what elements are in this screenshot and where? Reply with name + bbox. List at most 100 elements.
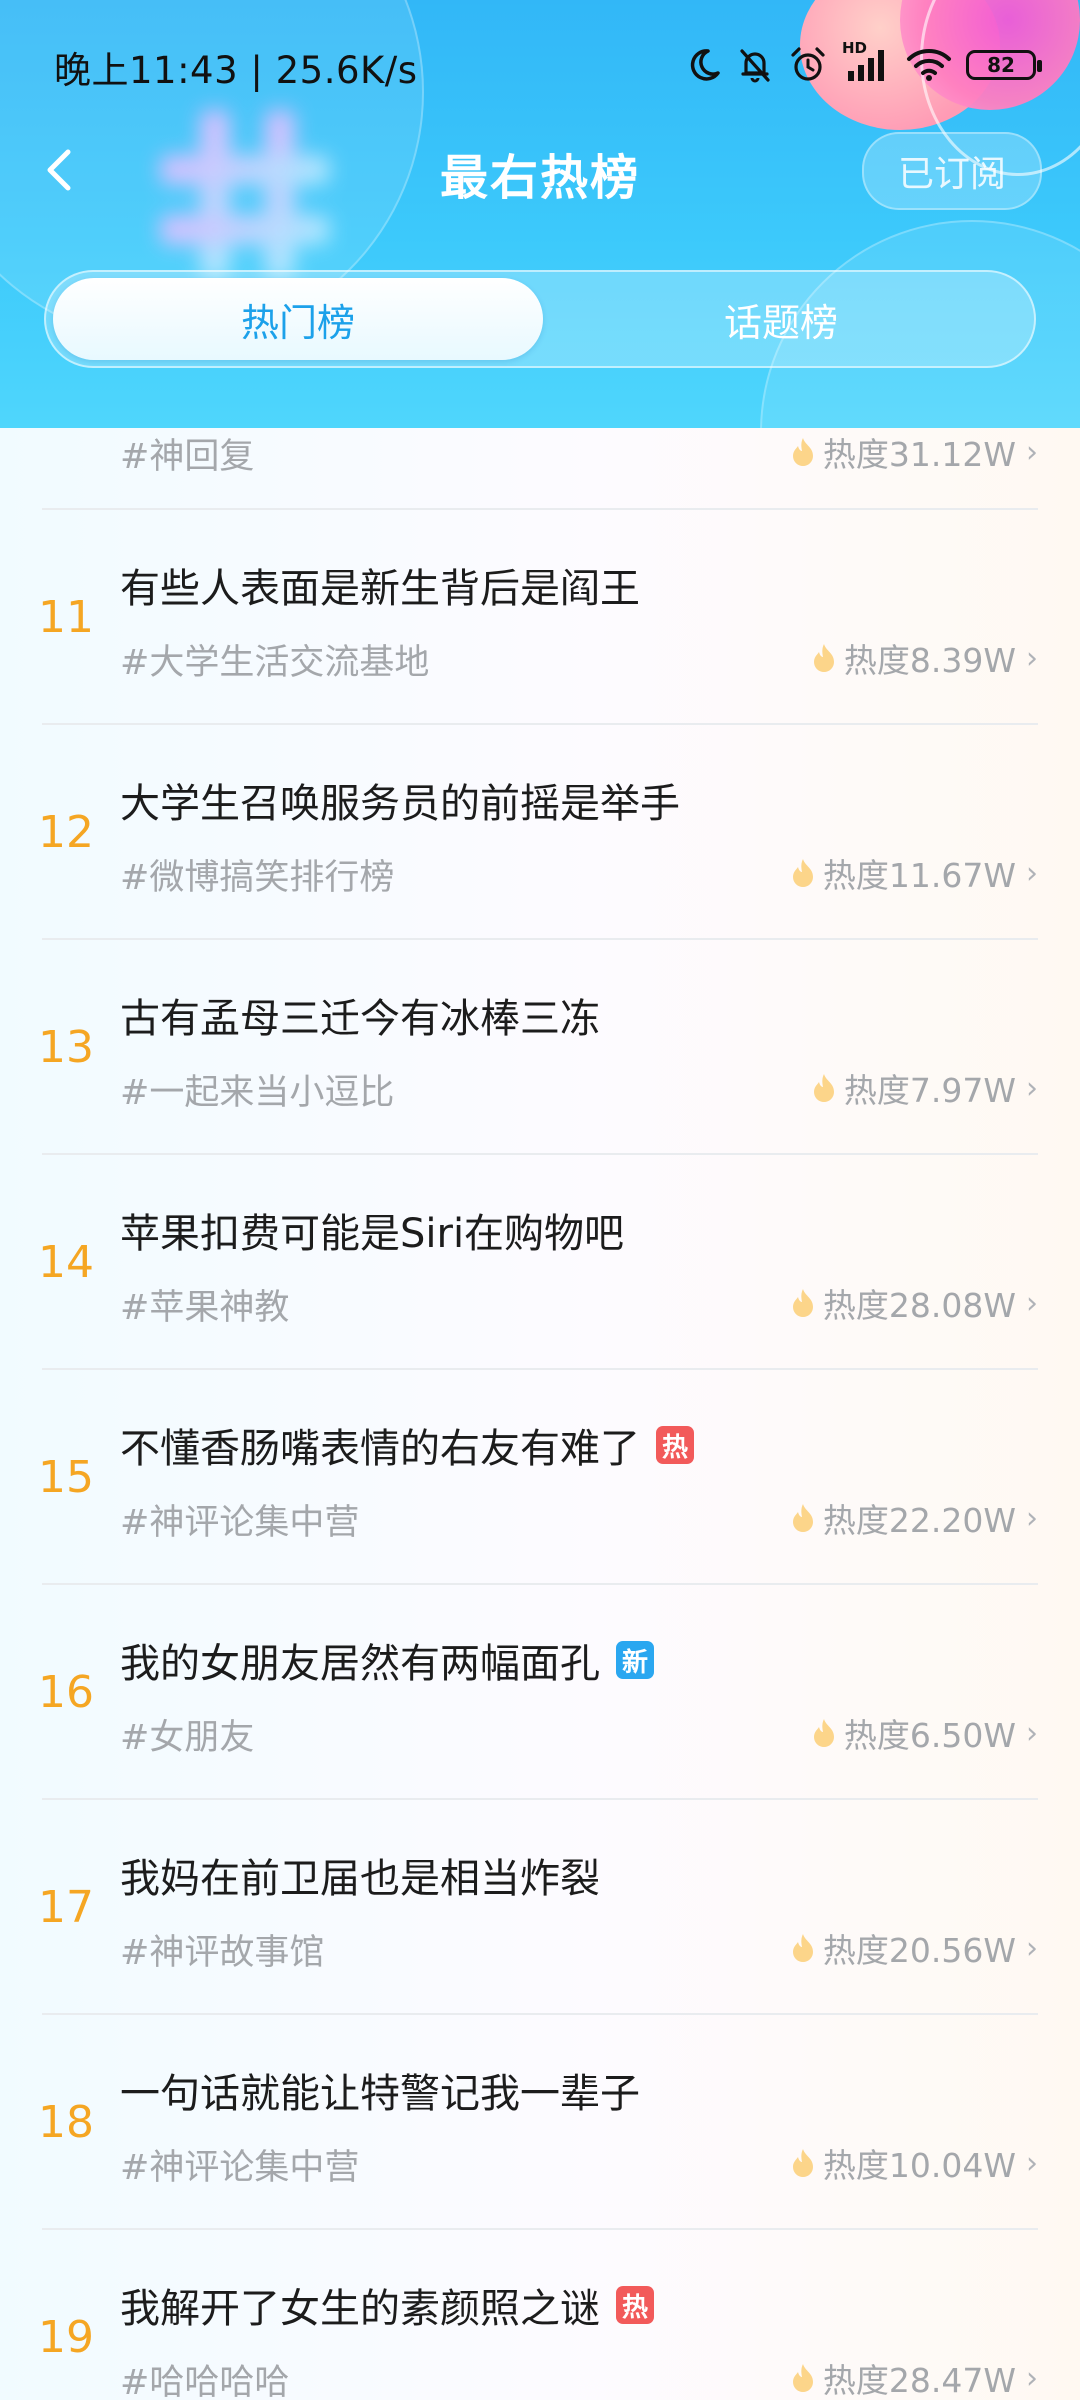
- alarm-icon: [791, 47, 825, 81]
- flame-icon: [792, 438, 813, 466]
- chevron-right-icon: ›: [1026, 640, 1038, 676]
- status-bar: 晚上11:43 | 25.6K/s HD 82: [0, 0, 1080, 130]
- item-topic-tag[interactable]: #神评论集中营: [120, 1494, 359, 1545]
- hot-badge: 热: [656, 1426, 694, 1464]
- chevron-right-icon: ›: [1026, 855, 1038, 891]
- list-item[interactable]: 11 有些人表面是新生背后是阎王 #大学生活交流基地 热度8.39W ›: [0, 510, 1080, 725]
- tab-topic-list[interactable]: 话题榜: [536, 278, 1026, 360]
- list-item[interactable]: 15 不懂香肠嘴表情的右友有难了 热 #神评论集中营 热度22.20W ›: [0, 1370, 1080, 1585]
- flame-icon: [792, 1934, 813, 1962]
- item-title-text: 苹果扣费可能是Siri在购物吧: [120, 1211, 625, 1257]
- item-heat-value: 热度10.04W: [822, 2146, 1016, 2185]
- item-heat: 热度20.56W ›: [789, 1924, 1038, 1972]
- item-heat-value: 热度7.97W: [843, 1071, 1016, 1110]
- item-rank: 18: [38, 2097, 94, 2148]
- hd-label: HD: [842, 39, 868, 57]
- item-rank: 17: [38, 1882, 94, 1933]
- item-heat-value: 热度28.47W: [822, 2361, 1016, 2400]
- item-rank: 16: [38, 1667, 94, 1718]
- item-title-text: 我解开了女生的素颜照之谜: [120, 2286, 600, 2332]
- chevron-right-icon: ›: [1026, 434, 1038, 470]
- list-item[interactable]: 12 大学生召唤服务员的前摇是举手 #微博搞笑排行榜 热度11.67W ›: [0, 725, 1080, 940]
- item-rank: 12: [38, 807, 94, 858]
- status-icons: HD 82: [686, 39, 1042, 90]
- item-title[interactable]: 不懂香肠嘴表情的右友有难了 热: [120, 1416, 694, 1474]
- item-rank: 13: [38, 1022, 94, 1073]
- item-title-text: 有些人表面是新生背后是阎王: [120, 566, 640, 612]
- item-heat: 热度10.04W ›: [789, 2139, 1038, 2187]
- tab-hot-list[interactable]: 热门榜: [53, 278, 543, 360]
- flame-icon: [813, 644, 834, 672]
- item-heat: 热度6.50W ›: [810, 1709, 1038, 1757]
- item-topic-tag[interactable]: #哈哈哈哈: [120, 2354, 289, 2400]
- item-title[interactable]: 古有孟母三迁今有冰棒三冻: [120, 986, 600, 1044]
- item-heat: 热度22.20W ›: [789, 1494, 1038, 1542]
- item-heat-value: 热度22.20W: [822, 1501, 1016, 1540]
- chevron-right-icon: ›: [1026, 1715, 1038, 1751]
- item-title[interactable]: 有些人表面是新生背后是阎王: [120, 556, 640, 614]
- new-badge: 新: [616, 1641, 654, 1679]
- item-heat-value: 热度31.12W: [822, 435, 1016, 474]
- app-root: 晚上11:43 | 25.6K/s HD 82 最右热榜 已订阅 热门榜 话题榜…: [0, 0, 1080, 2400]
- item-heat: 热度11.67W ›: [789, 849, 1038, 897]
- flame-icon: [792, 1289, 813, 1317]
- item-title[interactable]: 苹果扣费可能是Siri在购物吧: [120, 1201, 624, 1259]
- list-item[interactable]: 14 苹果扣费可能是Siri在购物吧 #苹果神教 热度28.08W ›: [0, 1155, 1080, 1370]
- item-title[interactable]: 我妈在前卫届也是相当炸裂: [120, 1846, 600, 1904]
- flame-icon: [792, 2364, 813, 2392]
- segmented-tabs: 热门榜 话题榜: [44, 270, 1036, 368]
- list-item[interactable]: 18 一句话就能让特警记我一辈子 #神评论集中营 热度10.04W ›: [0, 2015, 1080, 2230]
- list-item[interactable]: #神回复 热度31.12W ›: [0, 428, 1080, 510]
- chevron-right-icon: ›: [1026, 1070, 1038, 1106]
- item-topic-tag[interactable]: #神评故事馆: [120, 1924, 324, 1975]
- flame-icon: [813, 1719, 834, 1747]
- flame-icon: [792, 859, 813, 887]
- mute-bell-icon: [740, 49, 770, 83]
- item-topic-tag[interactable]: #大学生活交流基地: [120, 634, 429, 685]
- wifi-icon: [907, 49, 951, 81]
- item-title-text: 一句话就能让特警记我一辈子: [120, 2071, 640, 2117]
- item-topic-tag[interactable]: #一起来当小逗比: [120, 1064, 394, 1115]
- header: 晚上11:43 | 25.6K/s HD 82 最右热榜 已订阅 热门榜 话题榜: [0, 0, 1080, 428]
- battery-icon: 82: [966, 50, 1042, 80]
- status-time-speed: 晚上11:43 | 25.6K/s: [54, 49, 418, 92]
- item-title-text: 我妈在前卫届也是相当炸裂: [120, 1856, 600, 1902]
- item-title-text: 古有孟母三迁今有冰棒三冻: [120, 996, 600, 1042]
- moon-icon: [690, 49, 720, 81]
- hot-badge: 热: [616, 2286, 654, 2324]
- item-topic-tag[interactable]: #女朋友: [120, 1709, 254, 1760]
- item-title[interactable]: 大学生召唤服务员的前摇是举手: [120, 771, 680, 829]
- item-heat: 热度7.97W ›: [810, 1064, 1038, 1112]
- chevron-right-icon: ›: [1026, 1500, 1038, 1536]
- item-rank: 15: [38, 1452, 94, 1503]
- item-rank: 14: [38, 1237, 94, 1288]
- item-heat-value: 热度28.08W: [822, 1286, 1016, 1325]
- ranking-list: #神回复 热度31.12W › 11 有些人表面是新生背后是阎王 #大学生活交流…: [0, 428, 1080, 2400]
- item-heat-value: 热度11.67W: [822, 856, 1016, 895]
- item-topic-tag[interactable]: #微博搞笑排行榜: [120, 849, 394, 900]
- item-heat: 热度8.39W ›: [810, 634, 1038, 682]
- item-topic-tag[interactable]: #神评论集中营: [120, 2139, 359, 2190]
- list-item[interactable]: 19 我解开了女生的素颜照之谜 热 #哈哈哈哈 热度28.47W ›: [0, 2230, 1080, 2400]
- list-item[interactable]: 17 我妈在前卫届也是相当炸裂 #神评故事馆 热度20.56W ›: [0, 1800, 1080, 2015]
- item-title-text: 大学生召唤服务员的前摇是举手: [120, 781, 680, 827]
- chevron-right-icon: ›: [1026, 1930, 1038, 1966]
- item-title-text: 不懂香肠嘴表情的右友有难了: [120, 1426, 640, 1472]
- chevron-right-icon: ›: [1026, 1285, 1038, 1321]
- chevron-right-icon: ›: [1026, 2145, 1038, 2181]
- item-title[interactable]: 我的女朋友居然有两幅面孔 新: [120, 1631, 654, 1689]
- item-heat: 热度28.47W ›: [789, 2354, 1038, 2400]
- item-heat: 热度31.12W ›: [789, 428, 1038, 476]
- item-heat-value: 热度8.39W: [843, 641, 1016, 680]
- flame-icon: [813, 1074, 834, 1102]
- list-item[interactable]: 13 古有孟母三迁今有冰棒三冻 #一起来当小逗比 热度7.97W ›: [0, 940, 1080, 1155]
- battery-level: 82: [987, 53, 1015, 77]
- flame-icon: [792, 2149, 813, 2177]
- item-title[interactable]: 我解开了女生的素颜照之谜 热: [120, 2276, 654, 2334]
- item-topic-tag[interactable]: #神回复: [120, 428, 254, 479]
- chevron-right-icon: ›: [1026, 2360, 1038, 2396]
- item-topic-tag[interactable]: #苹果神教: [120, 1279, 289, 1330]
- item-title[interactable]: 一句话就能让特警记我一辈子: [120, 2061, 640, 2119]
- list-item[interactable]: 16 我的女朋友居然有两幅面孔 新 #女朋友 热度6.50W ›: [0, 1585, 1080, 1800]
- subscribed-button[interactable]: 已订阅: [862, 132, 1042, 210]
